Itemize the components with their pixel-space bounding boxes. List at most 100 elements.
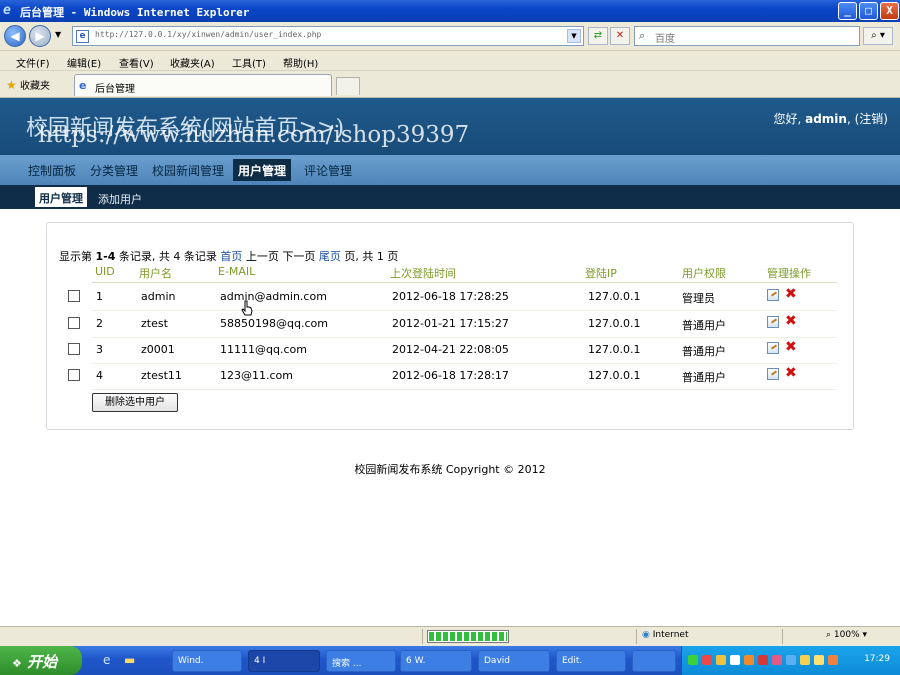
- subnav-add-user[interactable]: 添加用户: [98, 191, 142, 207]
- zoom-control[interactable]: ⌕ 100% ▾: [826, 630, 867, 640]
- refresh-button[interactable]: ⇄: [588, 27, 608, 45]
- ie-quicklaunch-icon[interactable]: e: [103, 653, 110, 667]
- menu-tools[interactable]: 工具(T): [232, 55, 266, 70]
- search-placeholder: 百度: [655, 34, 675, 45]
- cell-uid: 2: [96, 317, 103, 330]
- clock[interactable]: 17:29: [864, 654, 890, 664]
- page-icon: e: [76, 30, 89, 43]
- cell-username: admin: [141, 290, 176, 303]
- taskbar-item[interactable]: David: [478, 650, 550, 672]
- menu-bar: 文件(F) 编辑(E) 查看(V) 收藏夹(A) 工具(T) 帮助(H): [0, 51, 900, 71]
- col-uid: UID: [95, 265, 115, 278]
- close-button[interactable]: X: [880, 2, 899, 20]
- favorites-label: 收藏夹: [19, 81, 50, 92]
- history-dropdown-icon[interactable]: ▼: [55, 30, 61, 39]
- address-dropdown-icon[interactable]: ▼: [567, 29, 581, 43]
- pager-range: 1-4: [95, 250, 116, 263]
- start-label: 开始: [27, 653, 58, 671]
- start-button[interactable]: ❖ 开始: [0, 646, 82, 675]
- back-button[interactable]: ◀: [4, 25, 26, 47]
- edit-icon[interactable]: [767, 342, 779, 354]
- search-box[interactable]: ⌕ 百度: [634, 26, 860, 46]
- menu-edit[interactable]: 编辑(E): [67, 55, 101, 70]
- pages-prefix: 页, 共: [344, 250, 374, 263]
- menu-favorites[interactable]: 收藏夹(A): [170, 55, 215, 70]
- edit-icon[interactable]: [767, 368, 779, 380]
- delete-selected-button[interactable]: 删除选中用户: [92, 393, 178, 412]
- search-button[interactable]: ⌕ ▾: [863, 27, 893, 45]
- maximize-button[interactable]: □: [859, 2, 878, 20]
- cell-last-login: 2012-01-21 17:15:27: [392, 317, 509, 330]
- delete-icon[interactable]: ✖: [785, 340, 797, 354]
- nav-comments[interactable]: 评论管理: [304, 162, 352, 179]
- folder-quicklaunch-icon[interactable]: ▬: [124, 653, 135, 667]
- nav-users[interactable]: 用户管理: [233, 159, 292, 181]
- cell-email: 123@11.com: [220, 369, 293, 382]
- delete-icon[interactable]: ✖: [785, 366, 797, 380]
- edit-icon[interactable]: [767, 289, 779, 301]
- cell-uid: 4: [96, 369, 103, 382]
- logout-link[interactable]: (注销): [855, 112, 888, 126]
- menu-view[interactable]: 查看(V): [119, 55, 154, 70]
- row-checkbox[interactable]: [68, 343, 80, 355]
- cell-ip: 127.0.0.1: [588, 290, 641, 303]
- zoom-icon: ⌕: [826, 630, 832, 640]
- subnav-user-management[interactable]: 用户管理: [35, 187, 87, 207]
- stop-button[interactable]: ✕: [610, 27, 630, 45]
- row-checkbox[interactable]: [68, 290, 80, 302]
- address-text: http://127.0.0.1/xy/xinwen/admin/user_in…: [95, 30, 322, 39]
- col-actions: 管理操作: [767, 267, 811, 280]
- new-tab-button[interactable]: [336, 77, 360, 95]
- tray-icon[interactable]: [730, 655, 740, 665]
- cell-username: ztest: [141, 317, 168, 330]
- last-page-link[interactable]: 尾页: [319, 250, 341, 263]
- forward-button[interactable]: ▶: [29, 25, 51, 47]
- nav-news[interactable]: 校园新闻管理: [152, 162, 224, 179]
- pagination-info: 显示第 1-4 条记录, 共 4 条记录 首页 上一页 下一页 尾页 页, 共 …: [59, 248, 398, 264]
- browser-tab[interactable]: e 后台管理: [74, 74, 332, 96]
- nav-dashboard[interactable]: 控制面板: [28, 162, 76, 179]
- col-username: 用户名: [139, 267, 172, 280]
- edit-icon[interactable]: [767, 316, 779, 328]
- tray-icon[interactable]: [828, 655, 838, 665]
- taskbar-item[interactable]: 搜索 ...: [326, 650, 396, 672]
- taskbar-item[interactable]: 6 W.: [400, 650, 472, 672]
- favorites-button[interactable]: ★ 收藏夹: [6, 77, 50, 92]
- tray-icon[interactable]: [758, 655, 768, 665]
- security-zone: ◉ Internet: [642, 630, 688, 640]
- delete-icon[interactable]: ✖: [785, 287, 797, 301]
- tray-icon[interactable]: [716, 655, 726, 665]
- watermark-text: https://www.huzhan.com/ishop39397: [38, 122, 470, 148]
- table-row: 1 admin admin@admin.com 2012-06-18 17:28…: [58, 284, 838, 310]
- address-bar[interactable]: e http://127.0.0.1/xy/xinwen/admin/user_…: [72, 26, 584, 46]
- taskbar-item[interactable]: Wind.: [172, 650, 242, 672]
- taskbar: ❖ 开始 e ▬ Wind. 4 I 搜索 ... 6 W. David Edi…: [0, 646, 900, 675]
- minimize-button[interactable]: _: [838, 2, 857, 20]
- window-titlebar: e 后台管理 - Windows Internet Explorer _ □ X: [0, 0, 900, 22]
- taskbar-item[interactable]: Edit.: [556, 650, 626, 672]
- tab-title: 后台管理: [95, 84, 135, 95]
- star-icon: ★: [6, 78, 17, 92]
- nav-categories[interactable]: 分类管理: [90, 162, 138, 179]
- row-checkbox[interactable]: [68, 369, 80, 381]
- delete-icon[interactable]: ✖: [785, 314, 797, 328]
- pages-suffix: 页: [387, 250, 399, 263]
- tray-icon[interactable]: [800, 655, 810, 665]
- taskbar-item[interactable]: 4 I: [248, 650, 320, 672]
- cell-last-login: 2012-04-21 22:08:05: [392, 343, 509, 356]
- pager-mid: 条记录, 共: [118, 250, 170, 263]
- favorites-bar: ★ 收藏夹 e 后台管理: [0, 71, 900, 98]
- row-checkbox[interactable]: [68, 317, 80, 329]
- tray-icon[interactable]: [702, 655, 712, 665]
- window-title: 后台管理 - Windows Internet Explorer: [20, 6, 250, 19]
- tray-icon[interactable]: [786, 655, 796, 665]
- menu-file[interactable]: 文件(F): [16, 55, 50, 70]
- tray-icon[interactable]: [772, 655, 782, 665]
- first-page-link[interactable]: 首页: [220, 250, 242, 263]
- tray-icon[interactable]: [688, 655, 698, 665]
- taskbar-item-console-icon[interactable]: [632, 650, 676, 672]
- address-toolbar: ◀ ▶ ▼ e http://127.0.0.1/xy/xinwen/admin…: [0, 22, 900, 51]
- tray-icon[interactable]: [814, 655, 824, 665]
- tray-icon[interactable]: [744, 655, 754, 665]
- menu-help[interactable]: 帮助(H): [283, 55, 318, 70]
